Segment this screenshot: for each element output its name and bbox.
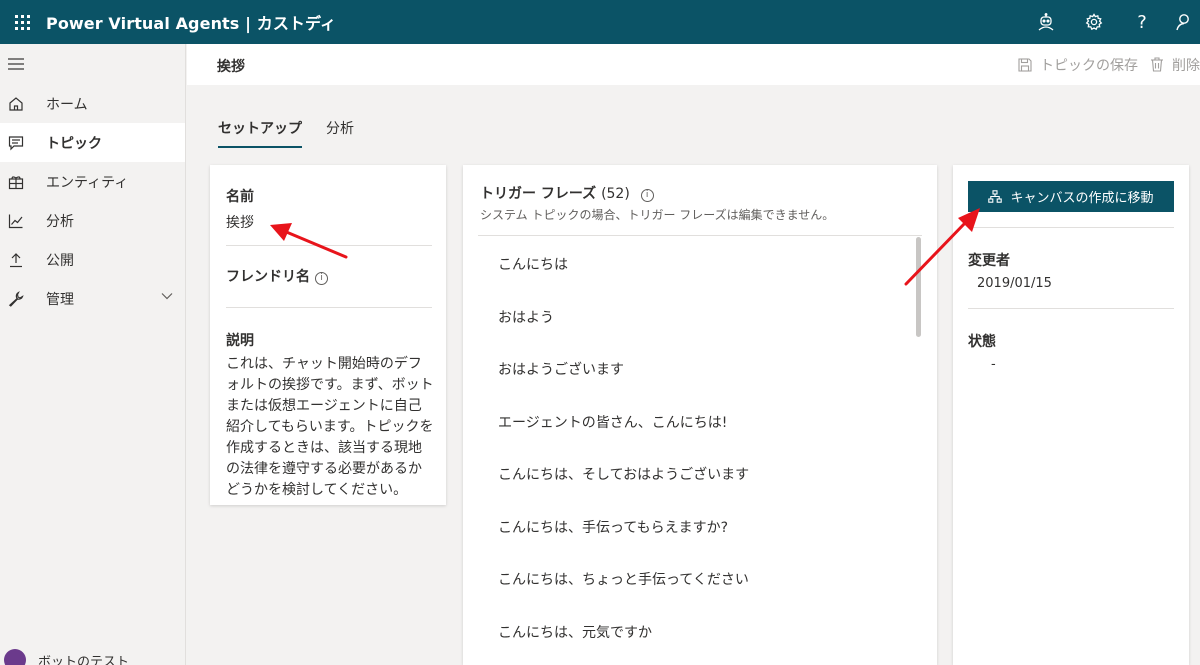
topic-details-card: 名前 挨拶 フレンドリ名 i 説明 これは、チャット開始時のデフォルトの挨拶です…: [210, 165, 446, 505]
gear-icon: [1085, 13, 1103, 31]
list-item[interactable]: おはようございます: [478, 343, 922, 396]
modified-by-value: 2019/01/15: [977, 276, 1052, 291]
sidebar-item-label: 管理: [46, 291, 74, 308]
sidebar-item-manage[interactable]: 管理: [0, 279, 185, 318]
tab-setup[interactable]: セットアップ: [218, 118, 302, 148]
sidebar-item-entities[interactable]: エンティティ: [0, 162, 185, 201]
hamburger-icon: [8, 58, 24, 70]
modified-by-label: 変更者: [968, 253, 1010, 269]
bot-avatar-icon: [4, 649, 26, 665]
divider: [968, 308, 1174, 309]
friendly-name-label: フレンドリ名: [226, 269, 310, 285]
go-to-authoring-canvas-button[interactable]: キャンバスの作成に移動: [968, 181, 1174, 212]
canvas-button-label: キャンバスの作成に移動: [1010, 191, 1154, 206]
sidebar-item-label: 公開: [46, 252, 74, 269]
list-item[interactable]: エージェントの皆さん、こんにちは!: [478, 396, 922, 449]
analytics-icon: [8, 214, 23, 228]
waffle-icon: [14, 14, 30, 30]
trash-icon: [1151, 57, 1163, 72]
chevron-down-icon[interactable]: [161, 292, 173, 300]
save-label: トピックの保存: [1040, 57, 1138, 74]
trigger-title-label: トリガー フレーズ: [480, 186, 597, 202]
top-bar: Power Virtual Agents | カストディ ?: [0, 0, 1200, 44]
sidebar-item-home[interactable]: ホーム: [0, 84, 185, 123]
trigger-phrase-list: こんにちは おはよう おはようございます エージェントの皆さん、こんにちは! こ…: [478, 235, 922, 665]
sidebar-item-label: エンティティ: [46, 174, 129, 191]
list-item[interactable]: こんにちは: [478, 238, 922, 291]
list-item[interactable]: こんにちは、元気ですか: [478, 606, 922, 659]
page-title: 挨拶: [217, 59, 245, 75]
test-bot-label: ボットのテスト: [38, 654, 130, 665]
wrench-icon: [8, 290, 24, 307]
trigger-subtitle: システム トピックの場合、トリガー フレーズは編集できません。: [480, 208, 835, 222]
list-item[interactable]: こんにちは、ちょっと手伝ってください: [478, 553, 922, 606]
description-label: 説明: [226, 333, 254, 349]
home-icon: [9, 96, 23, 111]
topic-tabs: セットアップ 分析: [218, 118, 378, 148]
hierarchy-icon: [988, 190, 1003, 203]
trigger-count: (52): [601, 186, 630, 202]
sidebar-item-label: 分析: [46, 213, 74, 230]
person-icon: [1176, 14, 1189, 31]
status-value: -: [991, 357, 996, 372]
description-value: これは、チャット開始時のデフォルトの挨拶です。まず、ボットまたは仮想エージェント…: [226, 356, 434, 498]
account-button[interactable]: [1166, 0, 1200, 44]
divider: [968, 227, 1174, 228]
bot-icon: [1038, 13, 1054, 31]
app-title: Power Virtual Agents | カストディ: [46, 14, 337, 33]
help-icon: ?: [1137, 11, 1147, 33]
topic-meta-card: キャンバスの作成に移動 変更者 2019/01/15 状態 -: [953, 165, 1189, 665]
collapse-nav-button[interactable]: [0, 44, 185, 84]
chat-icon: [8, 135, 24, 150]
bot-button[interactable]: [1022, 0, 1070, 44]
scrollbar[interactable]: [916, 237, 921, 337]
entity-icon: [8, 175, 24, 189]
help-button[interactable]: ?: [1118, 0, 1166, 44]
save-topic-button[interactable]: トピックの保存: [1018, 55, 1138, 75]
name-value: 挨拶: [226, 215, 254, 231]
save-icon: [1018, 57, 1032, 72]
info-icon[interactable]: i: [640, 189, 654, 202]
command-bar: 挨拶 トピックの保存 削除: [187, 44, 1200, 85]
list-item[interactable]: こんにちは、そしておはようございます: [478, 448, 922, 501]
sidebar-item-publish[interactable]: 公開: [0, 240, 185, 279]
name-label: 名前: [226, 189, 254, 205]
app-launcher-button[interactable]: [0, 0, 44, 44]
trigger-title: トリガー フレーズ (52) i: [480, 183, 654, 203]
tab-analytics[interactable]: 分析: [326, 118, 354, 148]
sidebar-item-label: ホーム: [46, 96, 88, 113]
left-navigation: ホーム トピック エンティティ 分析 公開 管理 ボットのテスト: [0, 44, 186, 665]
delete-label: 削除: [1172, 57, 1200, 74]
info-icon[interactable]: i: [315, 272, 329, 285]
status-label: 状態: [968, 334, 996, 350]
list-item[interactable]: おはよう: [478, 291, 922, 344]
settings-button[interactable]: [1070, 0, 1118, 44]
trigger-phrases-card: トリガー フレーズ (52) i システム トピックの場合、トリガー フレーズは…: [463, 165, 937, 665]
test-bot-button[interactable]: ボットのテスト: [0, 647, 129, 665]
upload-icon: [10, 252, 22, 267]
list-item[interactable]: こんにちは、手伝ってもらえますか?: [478, 501, 922, 554]
sidebar-item-analytics[interactable]: 分析: [0, 201, 185, 240]
sidebar-item-topics[interactable]: トピック: [0, 123, 185, 162]
delete-topic-button[interactable]: 削除: [1150, 55, 1200, 75]
sidebar-item-label: トピック: [46, 135, 102, 152]
